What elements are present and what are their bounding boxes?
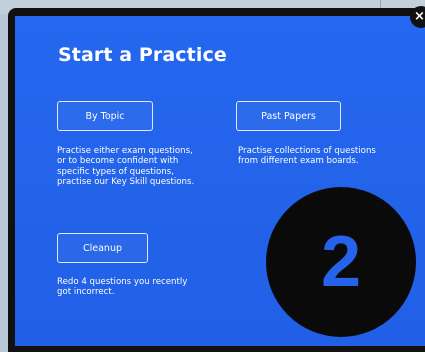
cleanup-button[interactable]: Cleanup (57, 233, 148, 263)
step-number: 2 (320, 222, 362, 302)
past-papers-description: Practise collections of questions from d… (238, 146, 376, 167)
step-number-badge: 2 (266, 187, 416, 337)
by-topic-button[interactable]: By Topic (57, 101, 153, 131)
by-topic-description: Practise either exam questions, or to be… (57, 146, 195, 188)
close-button[interactable]: × (410, 6, 425, 28)
close-icon: × (414, 9, 425, 24)
modal-title: Start a Practice (58, 44, 227, 66)
cleanup-description: Redo 4 questions you recently got incorr… (57, 277, 188, 298)
past-papers-button[interactable]: Past Papers (236, 101, 341, 131)
